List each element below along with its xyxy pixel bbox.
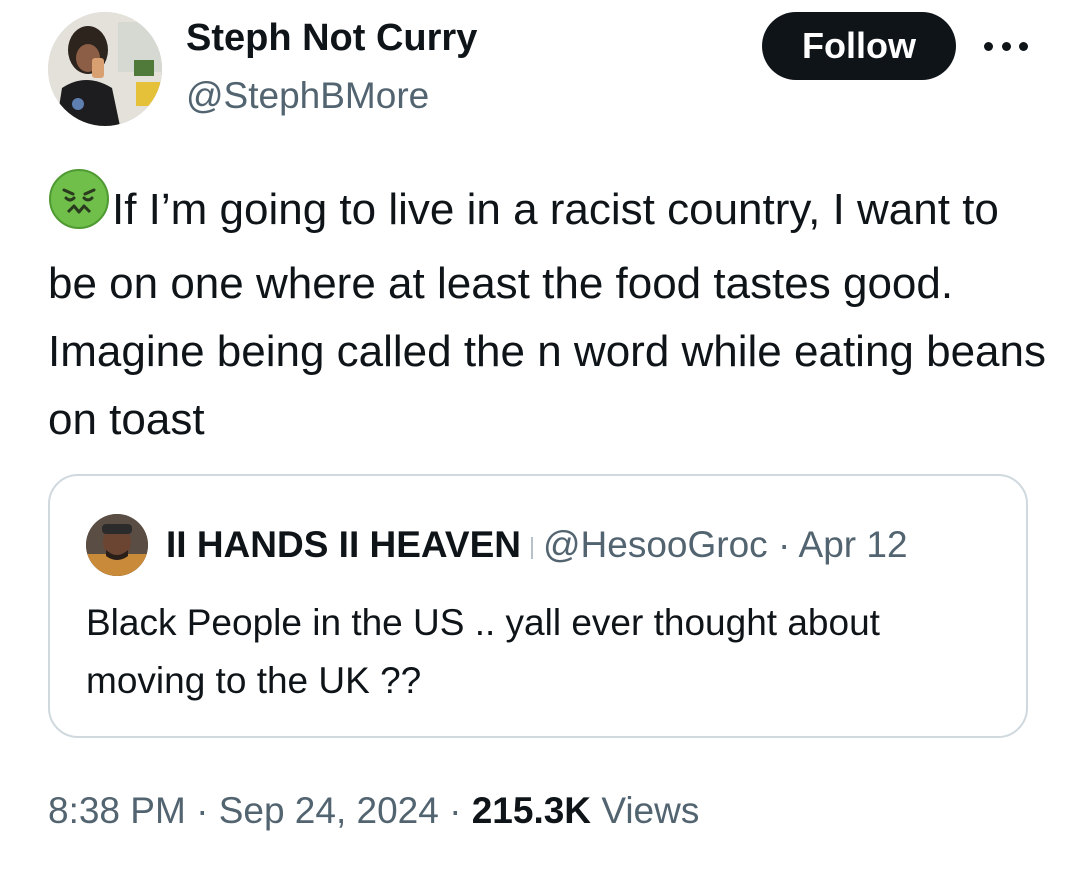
author-handle[interactable]: @StephBMore [186,72,429,120]
tweet-time[interactable]: 8:38 PM [48,790,186,831]
label-badge-icon [530,537,533,559]
meta-separator: · [196,790,209,831]
meta-separator: · [449,790,462,831]
more-dot [1019,41,1028,51]
author-display-name[interactable]: Steph Not Curry [186,14,477,62]
tweet-body: If I’m going to live in a racist country… [48,168,1048,454]
follow-button[interactable]: Follow [762,12,956,80]
quoted-tweet-card[interactable]: II HANDS II HEAVEN @HesooGroc · Apr 12 Bl… [48,474,1028,738]
views-label: Views [601,790,700,831]
quoted-tweet-header: II HANDS II HEAVEN @HesooGroc · Apr 12 [166,522,908,568]
tweet-date[interactable]: Sep 24, 2024 [219,790,439,831]
tweet-metadata: 8:38 PM · Sep 24, 2024 · 215.3K Views [48,786,699,836]
quoted-author-avatar [86,514,148,576]
quoted-handle: @HesooGroc [542,524,768,565]
nauseated-face-icon [48,168,110,250]
quoted-date: Apr 12 [798,524,908,565]
views-count: 215.3K [471,790,592,831]
avatar-photo-icon [48,12,162,126]
tweet-text: If I’m going to live in a racist country… [48,185,1046,444]
more-dot [984,41,993,51]
more-options-icon[interactable] [984,28,1028,64]
author-avatar[interactable] [48,12,162,126]
quoted-avatar-photo-icon [86,514,148,576]
quoted-separator: · [777,524,791,565]
quoted-display-name: II HANDS II HEAVEN [166,524,521,565]
quoted-tweet-text: Black People in the US .. yall ever thou… [86,602,880,701]
more-dot [1001,41,1011,51]
